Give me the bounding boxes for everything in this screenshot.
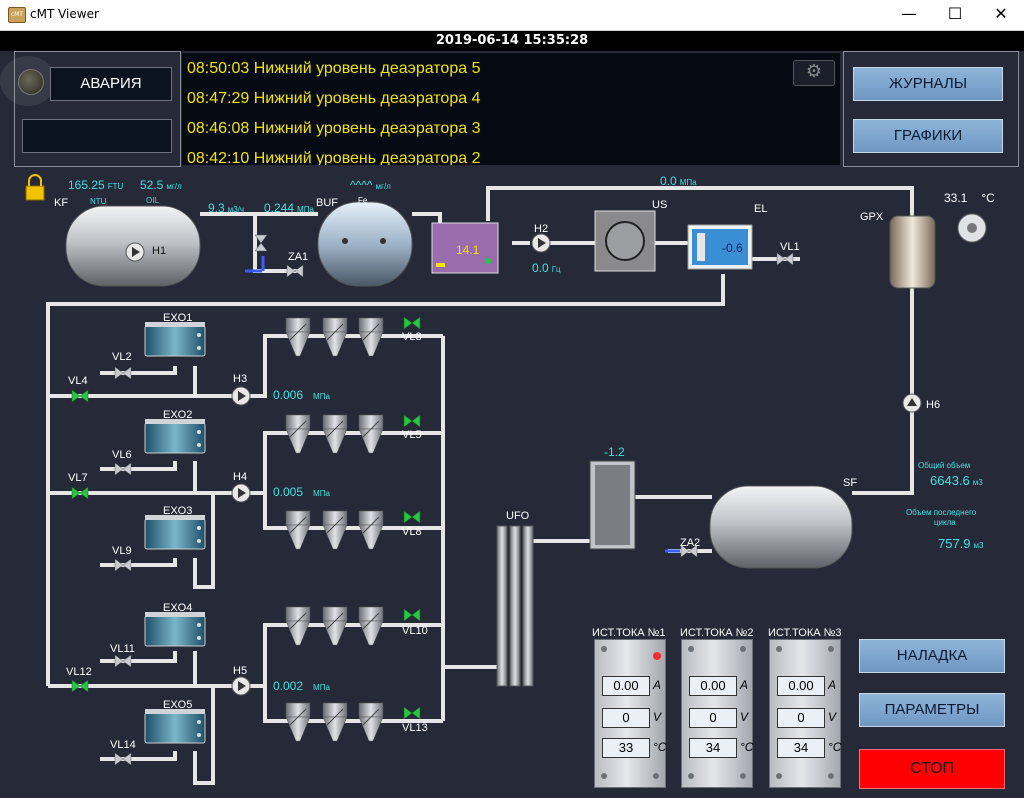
vl13-label: VL13 <box>402 722 428 734</box>
exo3-label: EXO3 <box>163 505 193 517</box>
power2-amps: 0.00 <box>689 676 737 696</box>
last-cycle-label1: Объем последнего <box>906 508 977 517</box>
process-diagram <box>25 174 987 785</box>
unit-label: V <box>740 710 749 724</box>
h1-label: H1 <box>152 245 167 257</box>
za2-label: ZA2 <box>680 537 701 549</box>
el-label: EL <box>754 203 768 215</box>
power1-amps: 0.00 <box>602 676 650 696</box>
total-volume-value: 6643.6 м3 <box>930 473 983 488</box>
fe-value: ^^^^ мг/л <box>350 178 391 192</box>
power3-temp: 34 <box>777 738 825 758</box>
power1-title: ИСТ.ТОКА №1 <box>592 627 666 639</box>
vl6-label: VL6 <box>112 449 132 461</box>
h4-pressure-value: 0.005 МПа <box>273 485 330 499</box>
power3-volts: 0 <box>777 708 825 728</box>
params-button[interactable]: ПАРАМЕТРЫ <box>859 693 1005 727</box>
power-panel-1: 0.00 A 0V 33 °C <box>594 639 666 788</box>
h6-label: H6 <box>926 399 941 411</box>
ufo-label: UFO <box>506 510 530 522</box>
pressure1-value: 0.244 МПа <box>264 201 314 215</box>
buf-label: BUF <box>316 197 338 209</box>
tank-level-value: 14.1 <box>456 243 480 257</box>
vl10-label: VL10 <box>402 625 428 637</box>
last-cycle-label2: цикла <box>934 518 956 527</box>
unit-label: °C <box>653 740 667 754</box>
oil-value: 52.5 мг/л <box>140 178 182 192</box>
h2-label: H2 <box>534 223 549 235</box>
power-panel-3: 0.00 A 0V 34 °C <box>769 639 841 788</box>
sf-label: SF <box>843 477 858 489</box>
power1-temp: 33 <box>602 738 650 758</box>
vl14-label: VL14 <box>110 739 136 751</box>
power3-amps: 0.00 <box>777 676 825 696</box>
vl12-label: VL12 <box>66 666 92 678</box>
unit-label: °C <box>828 740 842 754</box>
ufo-level-value: -1.2 <box>604 445 625 459</box>
ntu-label: NTU <box>90 197 107 206</box>
temp-value: 33.1 °C <box>944 191 995 205</box>
vl5-label: VL5 <box>402 429 422 441</box>
power3-title: ИСТ.ТОКА №3 <box>768 627 842 639</box>
alarm-led-icon <box>653 652 661 660</box>
exo4-label: EXO4 <box>163 602 193 614</box>
freq-value: 0.0 Гц <box>532 261 561 275</box>
app-icon: cMT <box>8 7 26 23</box>
oil-label: OIL <box>146 196 159 205</box>
window-title: cMT Viewer <box>30 7 99 21</box>
h3-label: H3 <box>233 373 248 385</box>
h3-pressure-value: 0.006 МПа <box>273 388 330 402</box>
h4-label: H4 <box>233 471 248 483</box>
power1-volts: 0 <box>602 708 650 728</box>
vl7-label: VL7 <box>68 472 88 484</box>
flow-value: 9.3 м3/ч <box>208 201 245 215</box>
vl11-label: VL11 <box>110 643 135 655</box>
total-volume-label: Общий объем <box>918 461 971 470</box>
exo5-label: EXO5 <box>163 699 193 711</box>
last-cycle-value: 757.9 м3 <box>938 536 984 551</box>
za1-label: ZA1 <box>288 251 309 263</box>
power2-title: ИСТ.ТОКА №2 <box>680 627 754 639</box>
stop-button[interactable]: СТОП <box>859 749 1005 789</box>
top-pressure-value: 0.0 МПа <box>660 174 697 188</box>
h5-label: H5 <box>233 665 248 677</box>
vl4-label: VL4 <box>68 375 88 387</box>
window-titlebar: cMT cMT Viewer — ☐ ✕ <box>0 0 1024 31</box>
maximize-button[interactable]: ☐ <box>932 0 978 30</box>
unit-label: A <box>828 678 837 692</box>
vl9-label: VL9 <box>112 545 132 557</box>
turbidity-value: 165.25 FTU <box>68 178 124 192</box>
kf-label: KF <box>54 197 69 209</box>
exo2-label: EXO2 <box>163 409 193 421</box>
el-level-value: -0.6 <box>722 241 743 255</box>
vl3-label: VL3 <box>402 331 422 343</box>
power-panel-2: 0.00 A 0V 34 °C <box>681 639 753 788</box>
fe-label: Fe <box>358 196 368 205</box>
unit-label: V <box>828 710 837 724</box>
hmi-screen: 2019-06-14 15:35:28 АВАРИЯ 08:50:03 Нижн… <box>0 31 1024 798</box>
close-button[interactable]: ✕ <box>978 0 1024 30</box>
unit-label: A <box>740 678 749 692</box>
minimize-button[interactable]: — <box>886 0 932 30</box>
vl2-label: VL2 <box>112 351 132 363</box>
unit-label: A <box>653 678 662 692</box>
h5-pressure-value: 0.002 МПа <box>273 679 330 693</box>
power2-temp: 34 <box>689 738 737 758</box>
power2-volts: 0 <box>689 708 737 728</box>
gpx-label: GPX <box>860 211 884 223</box>
unit-label: V <box>653 710 662 724</box>
exo1-label: EXO1 <box>163 312 193 324</box>
us-label: US <box>652 199 668 211</box>
unit-label: °C <box>740 740 754 754</box>
vl8-label: VL8 <box>402 526 422 538</box>
vl1-label: VL1 <box>780 241 800 253</box>
setup-button[interactable]: НАЛАДКА <box>859 639 1005 673</box>
